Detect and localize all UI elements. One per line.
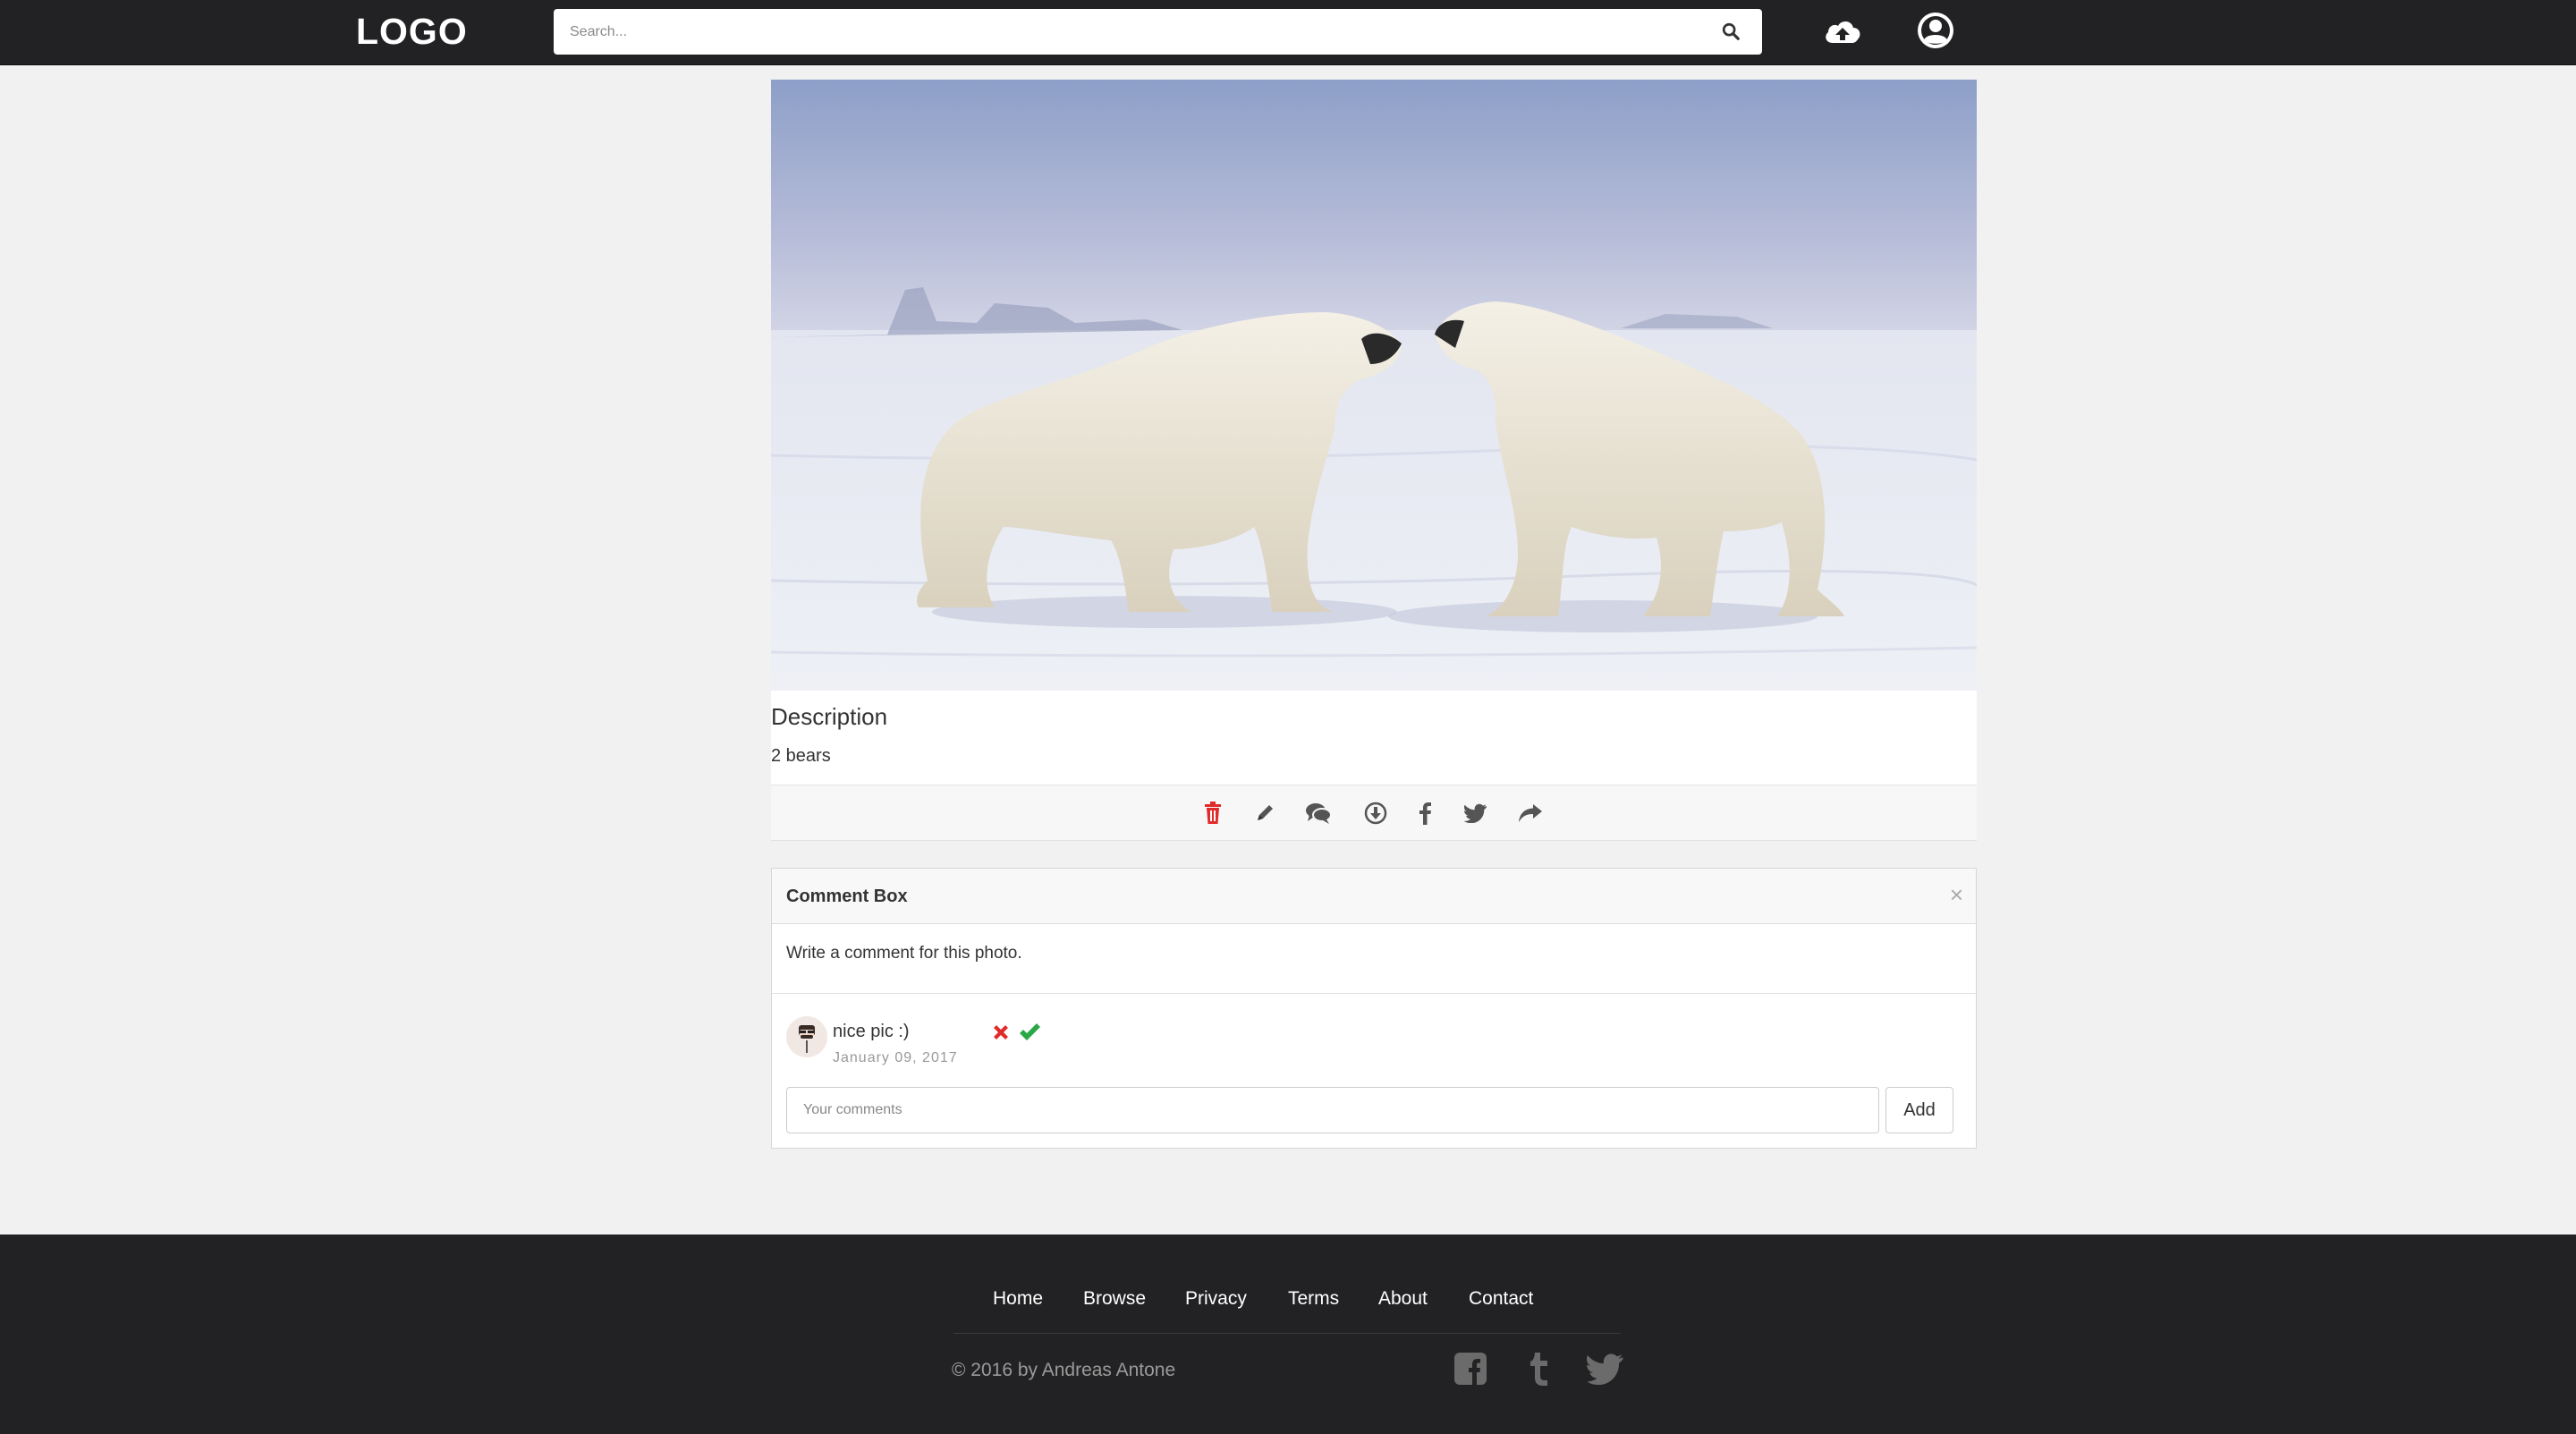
photo-action-bar: [771, 785, 1977, 841]
comment-box-header: Comment Box ×: [772, 869, 1976, 924]
comment-item: nice pic :) January 09, 2017: [786, 1016, 1055, 1079]
comment-date: January 09, 2017: [833, 1050, 958, 1065]
cloud-upload-icon[interactable]: [1821, 11, 1864, 54]
facebook-square-icon[interactable]: [1453, 1349, 1488, 1388]
footer-link-privacy[interactable]: Privacy: [1185, 1288, 1247, 1310]
footer-divider: [953, 1333, 1621, 1334]
footer-link-browse[interactable]: Browse: [1083, 1288, 1146, 1310]
download-icon[interactable]: [1362, 800, 1389, 827]
twitter-icon[interactable]: [1462, 800, 1489, 827]
comment-input[interactable]: [786, 1087, 1879, 1133]
comment-text: nice pic :): [833, 1022, 910, 1041]
share-icon[interactable]: [1517, 800, 1544, 827]
footer: Home Browse Privacy Terms About Contact …: [0, 1235, 2576, 1434]
comment-box-title: Comment Box: [786, 887, 908, 906]
add-comment-button[interactable]: Add: [1885, 1087, 1953, 1133]
description-title: Description: [771, 703, 888, 730]
close-icon[interactable]: ×: [1950, 883, 1963, 906]
footer-link-about[interactable]: About: [1378, 1288, 1428, 1310]
footer-link-home[interactable]: Home: [993, 1288, 1043, 1310]
search-input[interactable]: [554, 9, 1707, 55]
trash-icon[interactable]: [1199, 800, 1226, 827]
comment-box-intro-text: Write a comment for this photo.: [786, 944, 1022, 963]
search-icon[interactable]: [1721, 21, 1741, 41]
polar-bears-photo[interactable]: [771, 80, 1977, 691]
description-area: Description 2 bears: [771, 691, 1977, 785]
comment-box-intro: Write a comment for this photo.: [772, 924, 1976, 994]
footer-link-contact[interactable]: Contact: [1469, 1288, 1533, 1310]
comments-icon[interactable]: [1305, 800, 1332, 827]
comment-box: Comment Box × Write a comment for this p…: [771, 868, 1977, 1149]
photo-card: Description 2 bears: [771, 80, 1977, 841]
footer-links: Home Browse Privacy Terms About Contact: [953, 1288, 1621, 1315]
approve-comment-icon[interactable]: [1018, 1022, 1041, 1043]
top-navbar: LOGO: [0, 0, 2576, 65]
pencil-icon[interactable]: [1251, 800, 1278, 827]
user-circle-icon[interactable]: [1914, 11, 1957, 54]
description-text: 2 bears: [771, 746, 831, 766]
search-box: [554, 9, 1762, 55]
logo[interactable]: LOGO: [356, 11, 468, 53]
avatar[interactable]: [786, 1016, 827, 1057]
twitter-icon[interactable]: [1587, 1349, 1624, 1388]
delete-comment-icon[interactable]: [991, 1022, 1011, 1042]
facebook-icon[interactable]: [1412, 800, 1439, 827]
footer-link-terms[interactable]: Terms: [1288, 1288, 1339, 1310]
tumblr-icon[interactable]: [1521, 1349, 1556, 1388]
copyright: © 2016 by Andreas Antone: [952, 1360, 1176, 1380]
